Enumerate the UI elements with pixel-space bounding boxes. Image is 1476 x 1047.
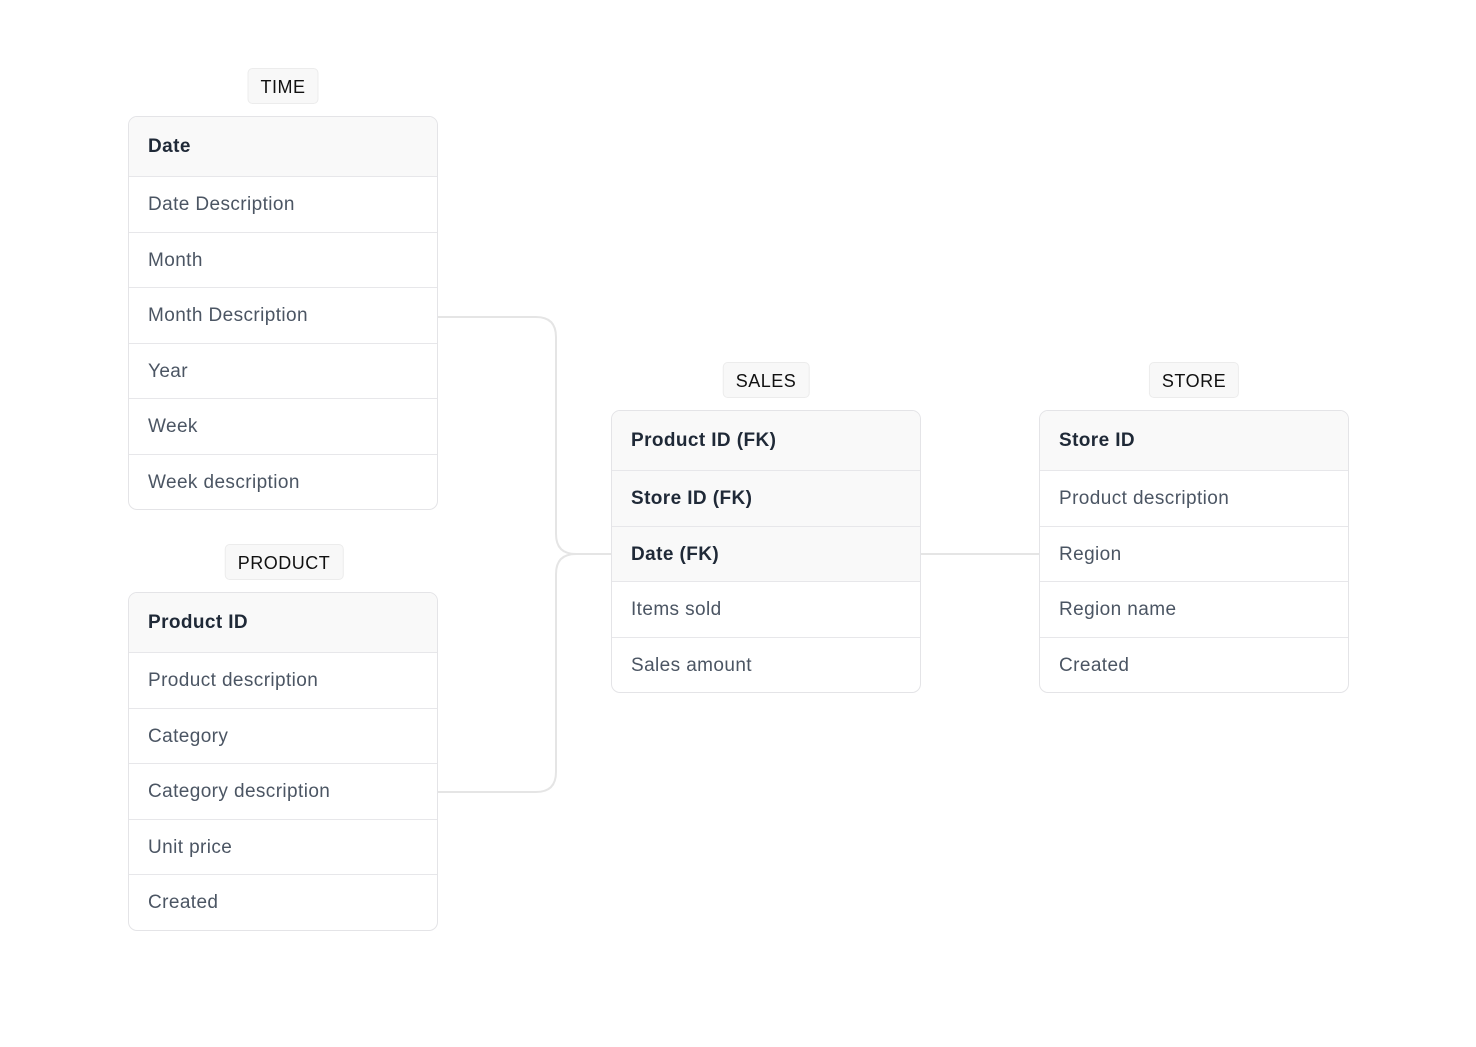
time-field-row[interactable]: Date Description <box>129 176 437 232</box>
product-field-row[interactable]: Unit price <box>129 818 437 875</box>
store-field-row[interactable]: Region <box>1040 525 1348 582</box>
time-field-row[interactable]: Week <box>129 398 437 454</box>
product-field-row[interactable]: Created <box>129 874 437 930</box>
table-title-time: TIME <box>247 68 319 104</box>
table-sales[interactable]: Product ID (FK) Store ID (FK) Date (FK) Ite… <box>611 410 921 693</box>
table-product[interactable]: Product ID Product description Category Cat… <box>128 592 438 931</box>
time-field-row[interactable]: Week description <box>129 453 437 510</box>
table-store[interactable]: Store ID Product description Region Region … <box>1039 410 1349 693</box>
time-field-row[interactable]: Year <box>129 342 437 399</box>
store-field-row[interactable]: Created <box>1040 636 1348 693</box>
connector-time-sales <box>437 316 611 555</box>
connector-product-sales <box>437 553 611 793</box>
product-field-row[interactable]: Category description <box>129 763 437 819</box>
sales-field-row[interactable]: Date (FK) <box>612 525 920 581</box>
product-field-row[interactable]: Product ID <box>129 593 437 652</box>
erd-canvas: TIME Date Date Description Month Month Desc… <box>0 0 1476 1047</box>
sales-field-row[interactable]: Store ID (FK) <box>612 470 920 526</box>
sales-field-row[interactable]: Items sold <box>612 581 920 637</box>
store-field-row[interactable]: Product description <box>1040 470 1348 526</box>
sales-field-row[interactable]: Sales amount <box>612 636 920 693</box>
time-field-row[interactable]: Date <box>129 117 437 176</box>
sales-field-row[interactable]: Product ID (FK) <box>612 411 920 470</box>
store-field-row[interactable]: Region name <box>1040 581 1348 637</box>
table-time[interactable]: Date Date Description Month Month Descripti… <box>128 116 438 510</box>
product-field-row[interactable]: Product description <box>129 652 437 708</box>
store-field-row[interactable]: Store ID <box>1040 411 1348 470</box>
product-field-row[interactable]: Category <box>129 707 437 764</box>
table-title-sales: SALES <box>722 362 810 398</box>
time-field-row[interactable]: Month Description <box>129 287 437 343</box>
table-title-store: STORE <box>1148 362 1240 398</box>
table-title-product: PRODUCT <box>224 544 344 580</box>
time-field-row[interactable]: Month <box>129 231 437 288</box>
